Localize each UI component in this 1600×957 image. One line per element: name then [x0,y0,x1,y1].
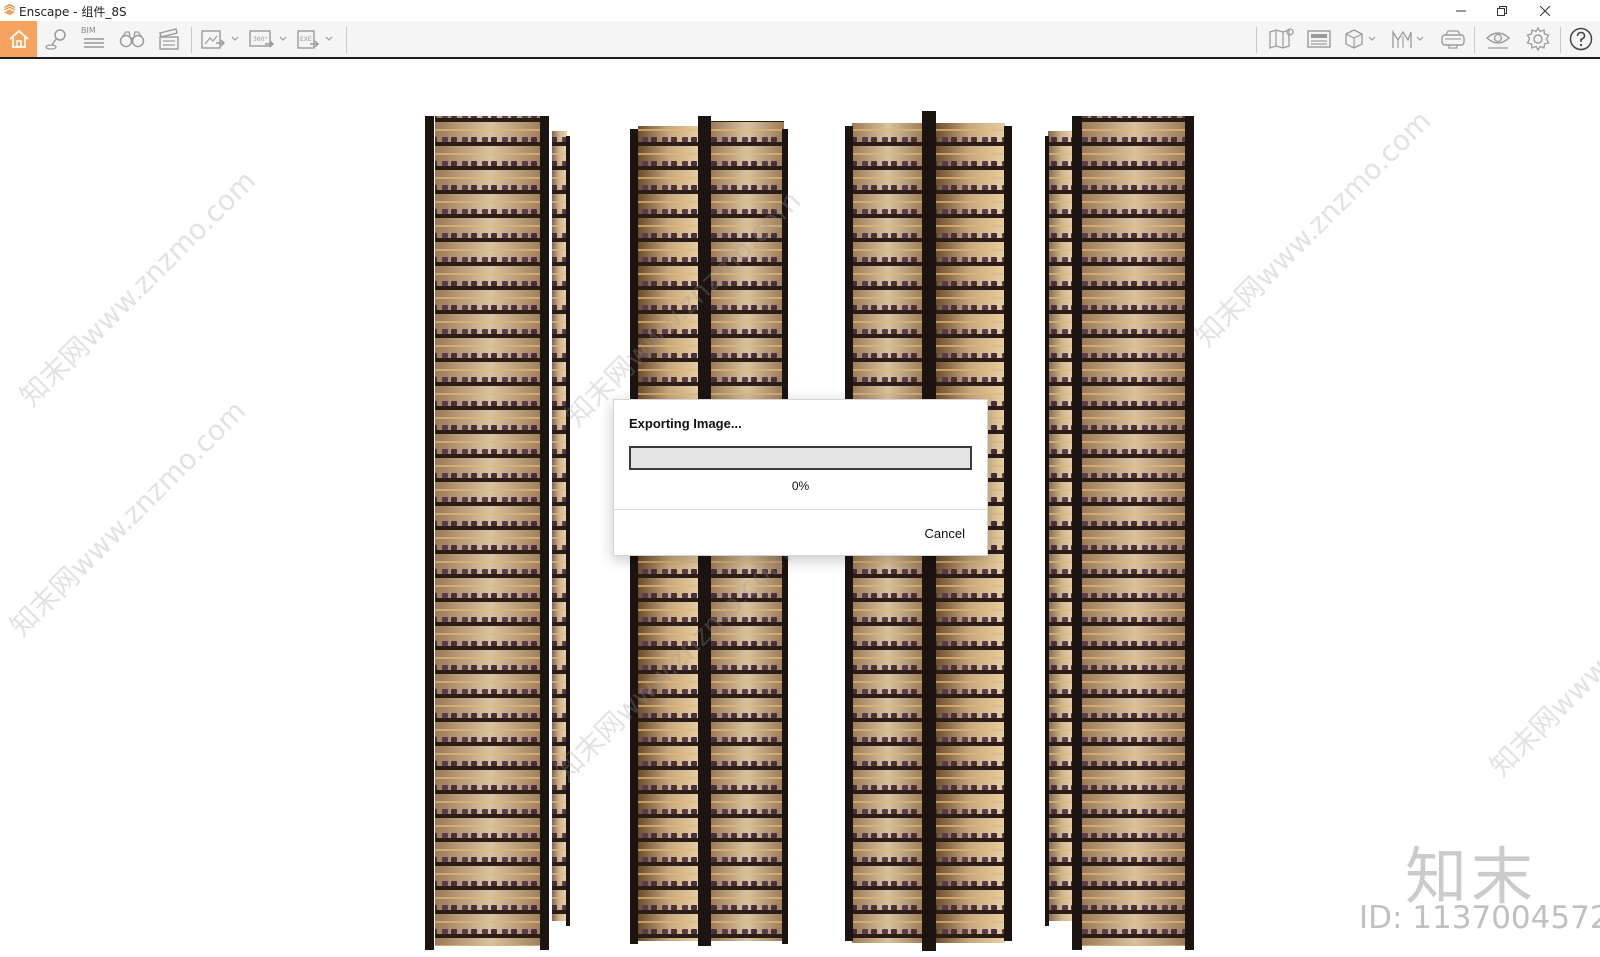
close-icon [1540,5,1550,16]
toolbar-separator [1474,27,1475,53]
dialog-title: Exporting Image... [629,416,742,431]
export-panorama-icon: 360° [249,30,287,48]
view-cube-button[interactable] [1340,21,1386,57]
visual-settings-icon [1485,32,1511,49]
wine-rack-column-4 [1045,116,1194,950]
help-button[interactable] [1564,21,1598,57]
main-toolbar: BIM 360° EXE [0,21,1600,74]
asset-library-button[interactable] [1302,21,1336,57]
cancel-button[interactable]: Cancel [925,526,965,541]
svg-text:EXE: EXE [300,36,312,43]
home-button[interactable] [0,21,37,57]
export-exe-icon: EXE [297,30,333,49]
video-editor-button[interactable] [153,21,185,57]
map-button[interactable] [1264,21,1298,57]
export-progress-bar [629,446,972,470]
export-image-icon [201,30,239,49]
brand-id: ID: 1137004572 [1359,900,1600,936]
export-panorama-button[interactable]: 360° [246,21,292,57]
view-cube-icon [1345,29,1376,49]
restore-icon [1497,5,1507,16]
wine-rack-column-1 [425,116,570,950]
toolbar-separator [1560,27,1561,53]
enscape-logo-icon [4,4,15,16]
material-button[interactable] [1388,21,1434,57]
asset-library-icon [1307,30,1331,48]
material-icon [1392,29,1424,48]
visual-settings-button[interactable] [1480,21,1516,57]
position-pin-button[interactable] [41,21,73,57]
export-exe-button[interactable]: EXE [294,21,340,57]
help-icon [1569,27,1593,51]
dialog-divider [614,509,987,510]
bim-label: BIM [81,26,96,35]
clapperboard-icon [159,28,179,50]
restore-button[interactable] [1480,0,1524,21]
home-icon [8,29,29,48]
binoculars-icon [119,31,145,48]
toolbar-separator [1256,27,1257,53]
map-pin-icon [45,29,66,50]
export-image-button[interactable] [198,21,244,57]
export-progress-dialog: Exporting Image... 0% Cancel [613,399,988,556]
binoculars-button[interactable] [116,21,148,57]
minimize-button[interactable] [1439,0,1483,21]
toolbar-separator [346,27,347,53]
settings-gear-icon [1526,26,1550,52]
window-title: Enscape - 组件_8S [19,5,127,19]
title-bar: Enscape - 组件_8S [0,0,1600,21]
minimize-icon [1456,10,1466,11]
progress-percent: 0% [791,479,810,493]
toolbar-separator [191,27,192,53]
vr-headset-button[interactable] [1436,21,1470,57]
map-icon [1269,28,1294,49]
vr-headset-icon [1441,30,1465,49]
close-button[interactable] [1523,0,1567,21]
svg-text:360°: 360° [253,36,267,43]
settings-button[interactable] [1520,21,1556,57]
